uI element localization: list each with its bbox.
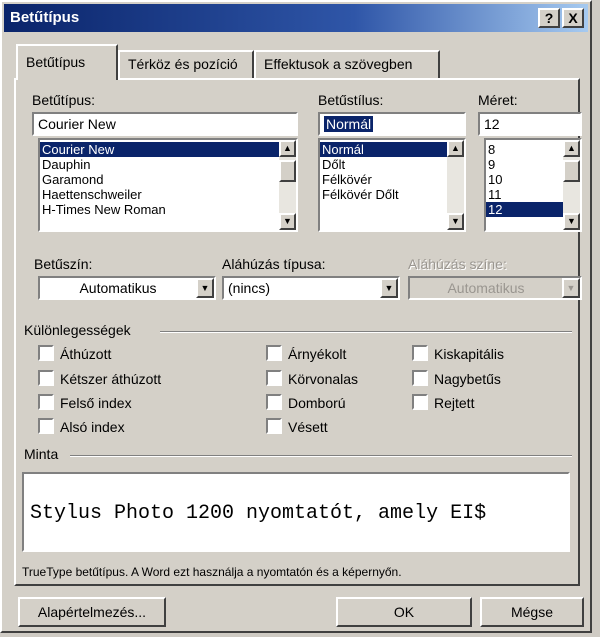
checkbox-label: Kiskapitális xyxy=(434,346,505,362)
style-input-value: Normál xyxy=(324,116,374,132)
chevron-down-icon[interactable]: ▼ xyxy=(380,278,398,298)
scroll-thumb[interactable] xyxy=(563,160,580,182)
preview-group-label: Minta xyxy=(24,446,59,462)
scroll-down-icon[interactable]: ▼ xyxy=(279,213,296,230)
checkbox-label: Kétszer áthúzott xyxy=(60,371,162,387)
underline-color-value: Automatikus xyxy=(447,280,525,296)
list-item[interactable]: Garamond xyxy=(40,172,296,187)
checkbox-box[interactable] xyxy=(412,345,428,361)
tab-font-label: Betűtípus xyxy=(26,54,86,70)
tab-spacing-label: Térköz és pozíció xyxy=(128,56,238,72)
group-divider xyxy=(70,455,572,457)
style-list-scrollbar[interactable]: ▲ ▼ xyxy=(447,140,464,230)
group-divider xyxy=(160,331,572,333)
effects-group-label: Különlegességek xyxy=(24,322,131,338)
list-item[interactable]: Dauphin xyxy=(40,157,296,172)
font-input-value: Courier New xyxy=(38,116,116,132)
checkbox-box[interactable] xyxy=(38,370,54,386)
font-label: Betűtípus: xyxy=(32,92,96,108)
size-input[interactable]: 12 xyxy=(478,112,582,136)
font-input[interactable]: Courier New xyxy=(32,112,298,136)
checkbox-box[interactable] xyxy=(38,394,54,410)
checkbox-label: Nagybetűs xyxy=(434,371,501,387)
list-item[interactable]: Félkövér Dőlt xyxy=(320,187,464,202)
checkbox-box[interactable] xyxy=(38,418,54,434)
font-color-label: Betűszín: xyxy=(34,256,93,272)
checkbox-strikethrough[interactable]: Áthúzott xyxy=(38,345,111,362)
checkbox-box[interactable] xyxy=(38,345,54,361)
preview-box: Stylus Photo 1200 nyomtatót, amely EI$ xyxy=(22,472,570,552)
checkbox-subscript[interactable]: Alsó index xyxy=(38,418,125,435)
checkbox-label: Körvonalas xyxy=(288,371,359,387)
list-item[interactable]: H-Times New Roman xyxy=(40,202,296,217)
underline-color-label: Aláhúzás színe: xyxy=(408,256,507,272)
list-item[interactable]: Félkövér xyxy=(320,172,464,187)
checkbox-superscript[interactable]: Felső index xyxy=(38,394,132,411)
chevron-down-icon[interactable]: ▼ xyxy=(196,278,214,298)
default-button[interactable]: Alapértelmezés... xyxy=(18,597,166,627)
checkbox-box[interactable] xyxy=(266,370,282,386)
style-label: Betűstílus: xyxy=(318,92,384,108)
underline-color-select[interactable]: Automatikus ▼ xyxy=(408,276,582,300)
list-item[interactable]: Courier New xyxy=(40,142,296,157)
title-bar[interactable]: Betűtípus ? X xyxy=(4,4,588,32)
font-list-scrollbar[interactable]: ▲ ▼ xyxy=(279,140,296,230)
checkbox-label: Árnyékolt xyxy=(288,346,347,362)
list-item[interactable]: Haettenschweiler xyxy=(40,187,296,202)
tab-effects[interactable]: Effektusok a szövegben xyxy=(254,50,440,78)
scroll-down-icon[interactable]: ▼ xyxy=(447,213,464,230)
checkbox-box[interactable] xyxy=(412,370,428,386)
cancel-button[interactable]: Mégse xyxy=(480,597,584,627)
size-list[interactable]: 8 9 10 11 12 ▲ ▼ xyxy=(484,138,582,232)
checkbox-label: Vésett xyxy=(288,419,328,435)
checkbox-double-strikethrough[interactable]: Kétszer áthúzott xyxy=(38,370,161,387)
size-input-value: 12 xyxy=(484,116,500,132)
tab-spacing[interactable]: Térköz és pozíció xyxy=(118,50,254,78)
checkbox-emboss[interactable]: Domború xyxy=(266,394,346,411)
checkbox-label: Domború xyxy=(288,395,346,411)
preview-text: Stylus Photo 1200 nyomtatót, amely EI$ xyxy=(30,502,487,525)
font-list[interactable]: Courier New Dauphin Garamond Haettenschw… xyxy=(38,138,298,232)
scroll-up-icon[interactable]: ▲ xyxy=(279,140,296,157)
scroll-thumb[interactable] xyxy=(279,160,296,182)
checkbox-box[interactable] xyxy=(266,345,282,361)
size-list-scrollbar[interactable]: ▲ ▼ xyxy=(563,140,580,230)
list-item[interactable]: Normál xyxy=(320,142,464,157)
close-button[interactable]: X xyxy=(562,8,584,28)
tab-effects-label: Effektusok a szövegben xyxy=(264,56,413,72)
font-info-text: TrueType betűtípus. A Word ezt használja… xyxy=(22,565,402,579)
scroll-up-icon[interactable]: ▲ xyxy=(447,140,464,157)
chevron-down-icon[interactable]: ▼ xyxy=(562,278,580,298)
underline-type-value: (nincs) xyxy=(228,280,271,296)
checkbox-label: Felső index xyxy=(60,395,132,411)
checkbox-label: Rejtett xyxy=(434,395,475,411)
scroll-down-icon[interactable]: ▼ xyxy=(563,213,580,230)
checkbox-all-caps[interactable]: Nagybetűs xyxy=(412,370,501,387)
dialog-title: Betűtípus xyxy=(10,9,80,26)
checkbox-hidden[interactable]: Rejtett xyxy=(412,394,474,411)
checkbox-small-caps[interactable]: Kiskapitális xyxy=(412,345,504,362)
style-list[interactable]: Normál Dőlt Félkövér Félkövér Dőlt ▲ ▼ xyxy=(318,138,466,232)
checkbox-box[interactable] xyxy=(266,394,282,410)
ok-button[interactable]: OK xyxy=(336,597,472,627)
checkbox-label: Alsó index xyxy=(60,419,125,435)
checkbox-engrave[interactable]: Vésett xyxy=(266,418,328,435)
scroll-up-icon[interactable]: ▲ xyxy=(563,140,580,157)
font-color-value: Automatikus xyxy=(79,280,157,296)
tab-font[interactable]: Betűtípus xyxy=(16,44,118,80)
checkbox-box[interactable] xyxy=(266,418,282,434)
help-button[interactable]: ? xyxy=(538,8,560,28)
size-label: Méret: xyxy=(478,92,518,108)
underline-type-select[interactable]: (nincs) ▼ xyxy=(222,276,400,300)
list-item[interactable]: Dőlt xyxy=(320,157,464,172)
checkbox-outline[interactable]: Körvonalas xyxy=(266,370,358,387)
font-color-select[interactable]: Automatikus ▼ xyxy=(38,276,216,300)
checkbox-shadow[interactable]: Árnyékolt xyxy=(266,345,346,362)
checkbox-label: Áthúzott xyxy=(60,346,112,362)
underline-type-label: Aláhúzás típusa: xyxy=(222,256,326,272)
style-input[interactable]: Normál xyxy=(318,112,466,136)
checkbox-box[interactable] xyxy=(412,394,428,410)
